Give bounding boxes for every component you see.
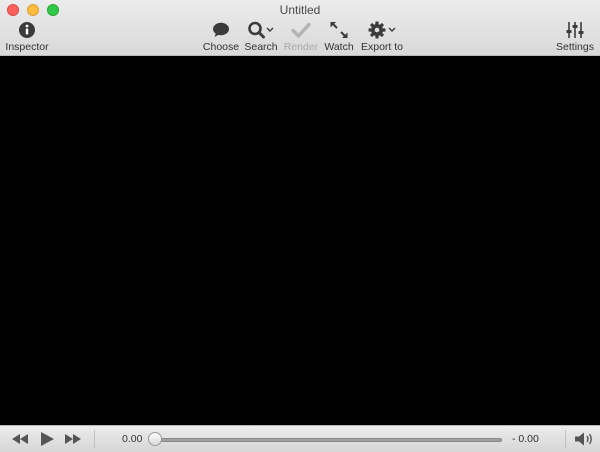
transport-bar: 0.00 - 0.00	[0, 425, 600, 452]
current-time: 0.00	[122, 433, 143, 445]
render-button[interactable]: Render	[283, 20, 319, 53]
gear-icon	[368, 20, 396, 40]
transport-divider	[565, 430, 566, 448]
window-title: Untitled	[279, 3, 321, 17]
choose-label: Choose	[202, 41, 240, 53]
speech-bubble-icon	[212, 20, 230, 40]
fullscreen-arrows-icon	[329, 20, 349, 40]
export-to-label: Export to	[360, 41, 404, 53]
play-button[interactable]	[37, 430, 57, 448]
fast-forward-icon	[65, 434, 81, 444]
magnifier-icon	[247, 20, 275, 40]
fast-forward-button[interactable]	[63, 430, 83, 448]
export-to-button[interactable]: Export to	[360, 20, 404, 53]
rewind-button[interactable]	[10, 430, 30, 448]
scrubber-track[interactable]	[155, 438, 502, 442]
search-button[interactable]: Search	[244, 20, 278, 53]
checkmark-icon	[291, 20, 311, 40]
rewind-icon	[12, 434, 28, 444]
settings-label: Settings	[556, 41, 594, 53]
play-icon	[41, 432, 54, 446]
speaker-icon	[575, 432, 592, 446]
scrubber-knob[interactable]	[148, 432, 162, 446]
choose-button[interactable]: Choose	[203, 20, 239, 53]
volume-button[interactable]	[574, 430, 594, 448]
info-icon	[18, 20, 36, 40]
search-label: Search	[244, 41, 278, 53]
inspector-label: Inspector	[5, 41, 49, 53]
titlebar-toolbar: Untitled Inspector Choose Search Render …	[0, 0, 600, 56]
transport-divider	[94, 430, 95, 448]
inspector-button[interactable]: Inspector	[5, 20, 49, 53]
video-canvas[interactable]	[0, 57, 600, 425]
render-label: Render	[283, 41, 319, 53]
sliders-icon	[565, 20, 585, 40]
remaining-time: - 0.00	[512, 433, 539, 445]
app-window: Untitled Inspector Choose Search Render …	[0, 0, 600, 452]
watch-label: Watch	[324, 41, 354, 53]
watch-button[interactable]: Watch	[323, 20, 355, 53]
settings-button[interactable]: Settings	[555, 20, 595, 53]
